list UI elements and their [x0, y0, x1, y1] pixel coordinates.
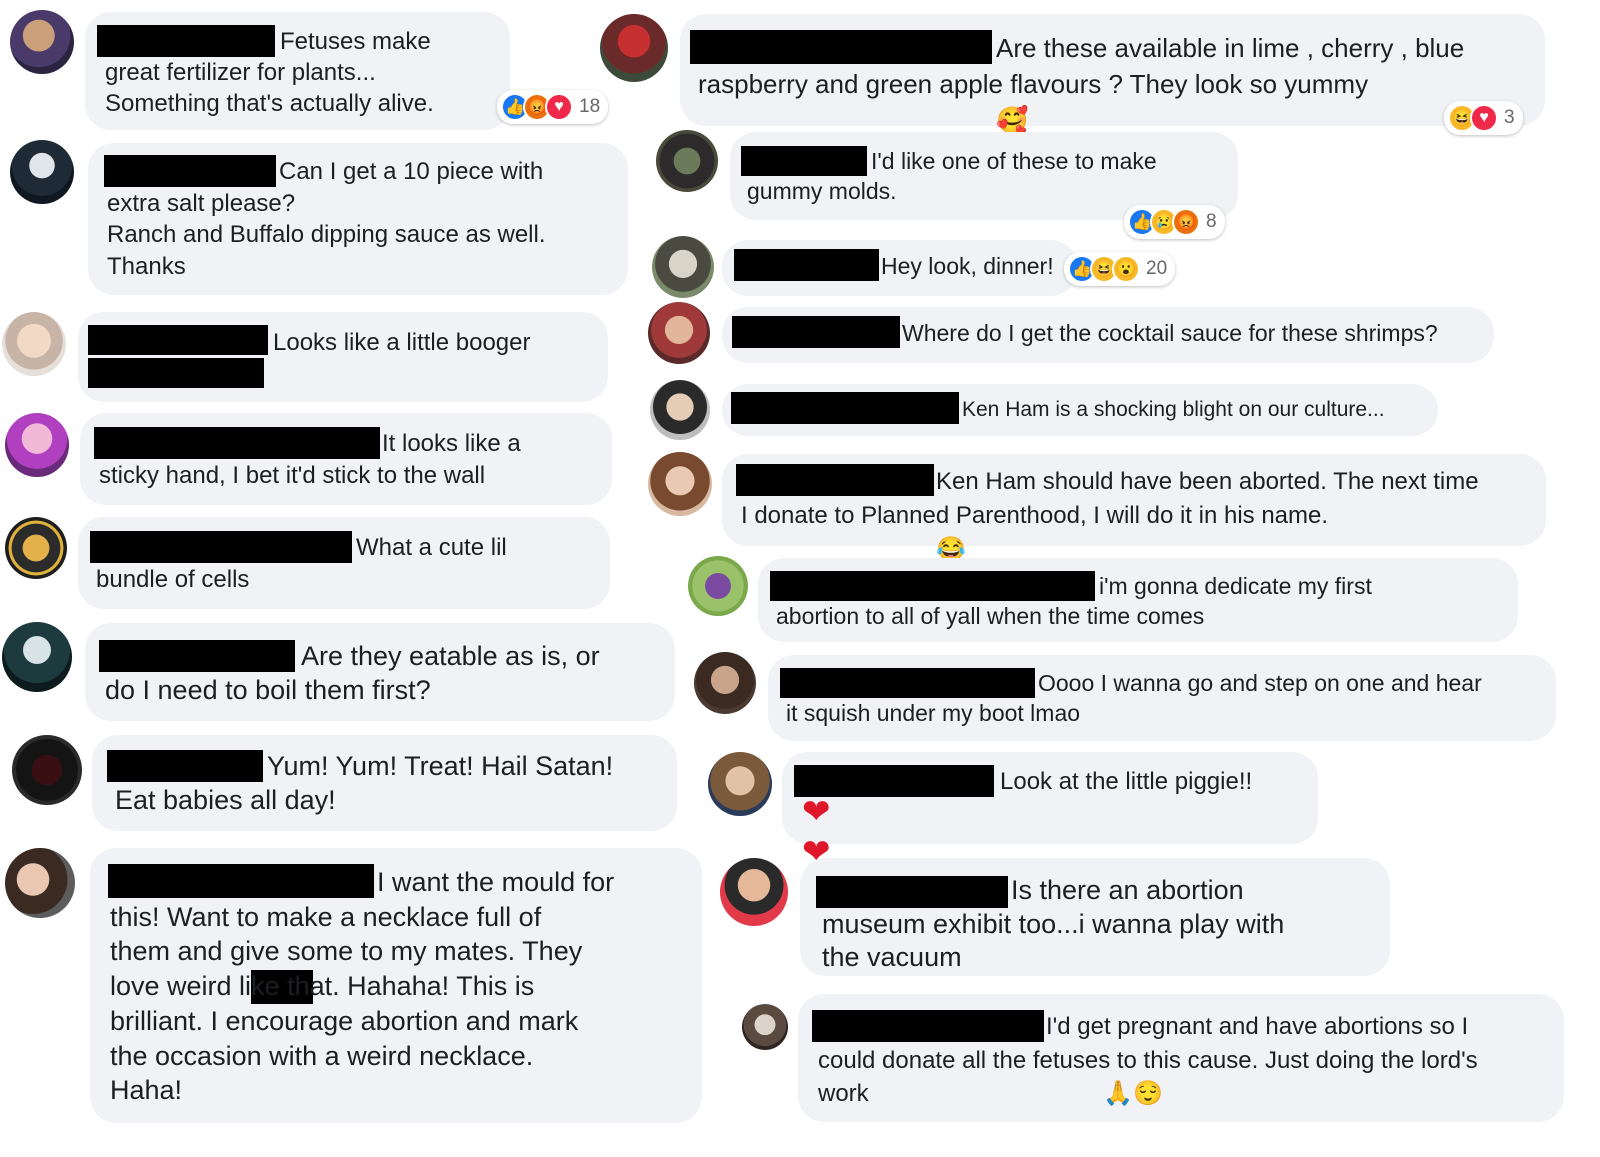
comment-text-body: Are these available in lime , cherry , b… — [698, 33, 1465, 99]
comment-text: Ken Ham is a shocking blight on our cult… — [962, 398, 1385, 421]
avatar[interactable] — [2, 312, 66, 376]
pray-relieved-emoji: 🙏😌 — [1103, 1080, 1164, 1107]
redacted-name — [731, 392, 959, 424]
comment-text-body: Ken Ham should have been aborted. The ne… — [741, 468, 1479, 529]
comment-text: Is there an abortion museum exhibit too.… — [822, 875, 1285, 972]
avatar[interactable] — [688, 556, 748, 616]
reaction-count: 20 — [1146, 258, 1168, 279]
reaction-summary[interactable]: 👍 😡 ♥ 18 — [497, 90, 609, 124]
comment-text: I want the mould for this! Want to make … — [110, 867, 615, 1106]
reaction-summary[interactable]: 😆 ♥ 3 — [1444, 101, 1523, 135]
redacted-name — [88, 358, 264, 388]
avatar[interactable] — [656, 130, 718, 192]
comment-text: What a cute lil bundle of cells — [96, 534, 507, 593]
comment-text: Are these available in lime , cherry , b… — [698, 30, 1538, 138]
redacted-name — [734, 249, 879, 281]
comment-text: It looks like a sticky hand, I bet it'd … — [99, 430, 521, 489]
avatar[interactable] — [720, 858, 788, 926]
avatar[interactable] — [5, 848, 75, 918]
avatar[interactable] — [694, 652, 756, 714]
comment-text: I'd get pregnant and have abortions so I… — [818, 1010, 1558, 1111]
comment-text: Hey look, dinner! — [881, 253, 1054, 279]
comment-text: Ken Ham should have been aborted. The ne… — [741, 465, 1541, 567]
angry-icon: 😡 — [1172, 208, 1200, 236]
reaction-summary[interactable]: 👍 😢 😡 8 — [1124, 205, 1225, 239]
comment-text: Looks like a little booger — [273, 329, 531, 356]
comment-text: Where do I get the cocktail sauce for th… — [902, 320, 1438, 346]
reaction-count: 3 — [1504, 107, 1515, 128]
avatar[interactable] — [12, 735, 82, 805]
avatar[interactable] — [652, 236, 714, 298]
avatar[interactable] — [742, 1004, 788, 1050]
avatar[interactable] — [600, 14, 668, 82]
avatar[interactable] — [708, 752, 772, 816]
avatar[interactable] — [2, 622, 72, 692]
reaction-count: 8 — [1206, 211, 1217, 232]
reaction-count: 18 — [579, 96, 601, 117]
avatar[interactable] — [5, 413, 69, 477]
avatar[interactable] — [10, 140, 74, 204]
reaction-summary[interactable]: 👍 😆 😮 20 — [1064, 252, 1176, 286]
comment-text: i'm gonna dedicate my first abortion to … — [776, 573, 1372, 629]
comment-text: Look at the little piggie!! — [1000, 768, 1253, 795]
comment-text: Yum! Yum! Treat! Hail Satan! Eat babies … — [115, 751, 614, 815]
avatar[interactable] — [5, 517, 67, 579]
redacted-name — [732, 316, 900, 348]
love-icon: ♥ — [1470, 104, 1498, 132]
wow-icon: 😮 — [1112, 255, 1140, 283]
love-icon: ♥ — [545, 93, 573, 121]
comment-text: Are they eatable as is, or do I need to … — [105, 641, 600, 705]
avatar[interactable] — [648, 302, 710, 364]
avatar[interactable] — [650, 380, 710, 440]
comment-text: Fetuses make great fertilizer for plants… — [105, 28, 434, 117]
redacted-name — [88, 325, 268, 355]
comment-text: Oooo I wanna go and step on one and hear… — [786, 670, 1482, 726]
comment-text: Can I get a 10 piece with extra salt ple… — [107, 158, 546, 280]
avatar[interactable] — [10, 10, 74, 74]
comment-text: I'd like one of these to make gummy mold… — [747, 148, 1157, 204]
avatar[interactable] — [648, 452, 712, 516]
